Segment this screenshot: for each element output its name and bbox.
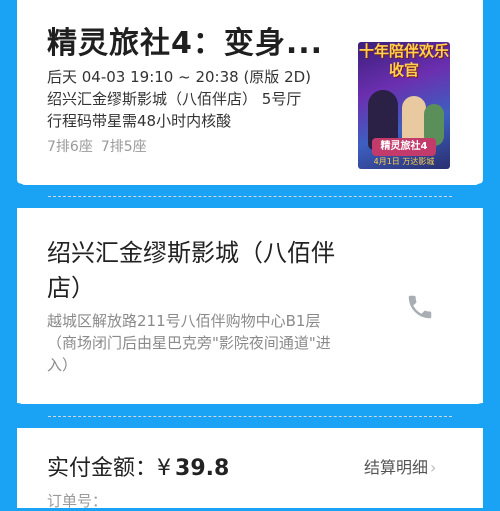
currency-symbol: ¥ [157,456,172,481]
notch-left-2 [4,403,30,429]
movie-poster[interactable]: 十年陪伴欢乐收官 精灵旅社4 4月1日 万达影城 [358,42,450,169]
show-time: 后天 04-03 19:10 ~ 20:38 (原版 2D) [47,68,312,86]
perforation-divider [48,196,452,197]
cinema-hall: 绍兴汇金缪斯影城（八佰伴店） 5号厅 [47,90,302,108]
cinema-name: 绍兴汇金缪斯影城（八佰伴店） [47,239,335,302]
seat-list: 7排6座 7排5座 [47,136,155,156]
perforation-divider [48,416,452,417]
cinema-address: 越城区解放路211号八佰伴购物中心B1层（商场闭门后由星巴克旁"影院夜间通道"进… [47,312,331,374]
poster-logo: 精灵旅社4 [372,138,436,156]
health-note: 行程码带星需48小时内核酸 [47,112,232,130]
payment-amount: 39.8 [175,456,230,481]
settlement-detail-link[interactable]: 结算明细 › [364,454,436,478]
payment-label: 实付金额： [47,456,158,481]
settlement-detail-label: 结算明细 [364,458,429,477]
notch-right-2 [470,403,496,429]
notch-right-1 [470,183,496,209]
chevron-right-icon: › [430,458,437,477]
seat-item: 7排6座 [47,139,93,155]
poster-release-note: 4月1日 万达影城 [373,157,435,166]
payment-total: 实付金额：¥ 39.8 [47,450,229,482]
poster-headline: 十年陪伴欢乐收官 [358,42,449,79]
phone-icon[interactable] [405,292,435,322]
seat-item: 7排5座 [100,139,147,155]
notch-left-1 [4,183,30,209]
movie-title: 精灵旅社4：变身... [47,26,324,61]
